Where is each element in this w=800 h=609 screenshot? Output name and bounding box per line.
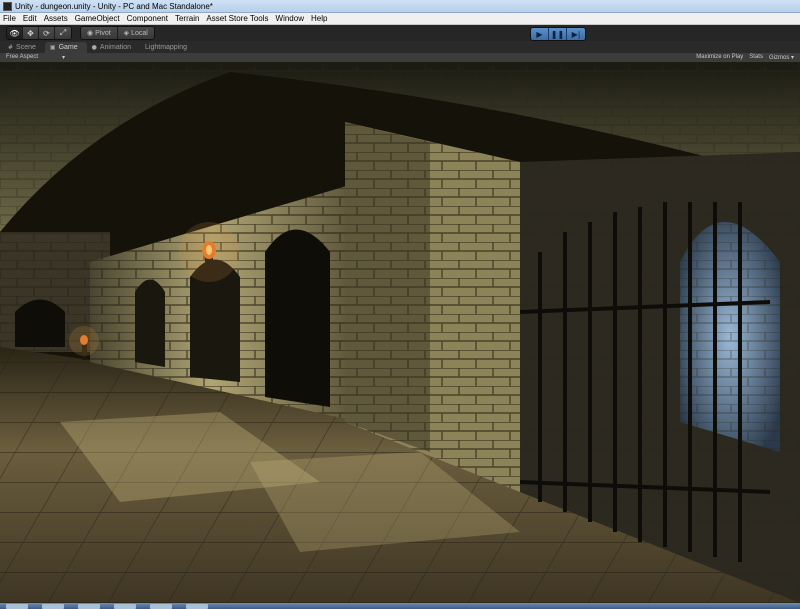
editor-toolbar: 👁 ✥ ⟳ ⤢ ◉ Pivot ◈ Local ▶ ❚❚ ▶| bbox=[0, 25, 800, 41]
pivot-icon: ◉ bbox=[87, 30, 94, 37]
scene-icon: # bbox=[8, 44, 14, 51]
menu-assets[interactable]: Assets bbox=[44, 14, 68, 23]
stats-toggle[interactable]: Stats bbox=[749, 54, 763, 61]
menu-component[interactable]: Component bbox=[127, 14, 168, 23]
taskbar-item[interactable] bbox=[186, 603, 208, 609]
step-icon[interactable]: ▶| bbox=[567, 28, 585, 40]
taskbar-item[interactable] bbox=[6, 603, 28, 609]
eye-icon[interactable]: 👁 bbox=[7, 27, 23, 39]
tab-animation[interactable]: ● Animation bbox=[87, 42, 140, 53]
menu-edit[interactable]: Edit bbox=[23, 14, 37, 23]
unity-logo-icon bbox=[3, 1, 12, 11]
menu-help[interactable]: Help bbox=[311, 14, 327, 23]
pause-icon[interactable]: ❚❚ bbox=[549, 28, 567, 40]
aspect-label: Free Aspect bbox=[6, 54, 39, 60]
view-tabs: # Scene ▣ Game ● Animation Lightmapping bbox=[0, 41, 800, 53]
scale-icon[interactable]: ⤢ bbox=[55, 27, 71, 39]
window-title: Unity - dungeon.unity - Unity - PC and M… bbox=[15, 1, 213, 11]
local-icon: ◈ bbox=[123, 30, 130, 37]
taskbar-item[interactable] bbox=[42, 603, 64, 609]
tab-lightmapping[interactable]: Lightmapping bbox=[140, 42, 196, 53]
pivot-button[interactable]: ◉ Pivot bbox=[81, 27, 118, 39]
taskbar-item[interactable] bbox=[78, 603, 100, 609]
local-label: Local bbox=[131, 29, 148, 37]
os-taskbar bbox=[0, 603, 800, 609]
game-view-controls: Free Aspect ▾ Maximize on Play Stats Giz… bbox=[0, 53, 800, 62]
menu-terrain[interactable]: Terrain bbox=[175, 14, 199, 23]
pivot-label: Pivot bbox=[95, 29, 111, 37]
move-icon[interactable]: ✥ bbox=[23, 27, 39, 39]
tab-animation-label: Animation bbox=[99, 44, 132, 51]
local-button[interactable]: ◈ Local bbox=[117, 27, 154, 39]
dungeon-scene-image bbox=[0, 62, 800, 603]
tab-scene-label: Scene bbox=[16, 44, 36, 51]
gizmos-dropdown[interactable]: Gizmos ▾ bbox=[769, 54, 794, 61]
menu-asset-store-tools[interactable]: Asset Store Tools bbox=[206, 14, 268, 23]
menu-window[interactable]: Window bbox=[276, 14, 304, 23]
menu-bar: File Edit Assets GameObject Component Te… bbox=[0, 13, 800, 25]
taskbar-item[interactable] bbox=[150, 603, 172, 609]
taskbar-item[interactable] bbox=[114, 603, 136, 609]
tab-scene[interactable]: # Scene bbox=[3, 42, 45, 53]
tab-lightmapping-label: Lightmapping bbox=[145, 44, 188, 51]
aspect-dropdown[interactable]: Free Aspect ▾ bbox=[6, 54, 65, 61]
tab-game[interactable]: ▣ Game bbox=[44, 42, 87, 53]
pivot-toggle-group: ◉ Pivot ◈ Local bbox=[80, 26, 155, 40]
rotate-icon[interactable]: ⟳ bbox=[39, 27, 55, 39]
game-icon: ▣ bbox=[49, 44, 56, 51]
playback-controls: ▶ ❚❚ ▶| bbox=[530, 27, 586, 41]
tab-game-label: Game bbox=[58, 44, 78, 51]
game-viewport[interactable] bbox=[0, 62, 800, 603]
transform-tools: 👁 ✥ ⟳ ⤢ bbox=[6, 26, 72, 40]
chevron-down-icon: ▾ bbox=[62, 55, 66, 61]
animation-icon: ● bbox=[91, 44, 97, 51]
menu-file[interactable]: File bbox=[3, 14, 16, 23]
menu-gameobject[interactable]: GameObject bbox=[75, 14, 120, 23]
play-icon[interactable]: ▶ bbox=[531, 28, 549, 40]
maximize-on-play-toggle[interactable]: Maximize on Play bbox=[696, 54, 743, 61]
window-titlebar: Unity - dungeon.unity - Unity - PC and M… bbox=[0, 0, 800, 13]
